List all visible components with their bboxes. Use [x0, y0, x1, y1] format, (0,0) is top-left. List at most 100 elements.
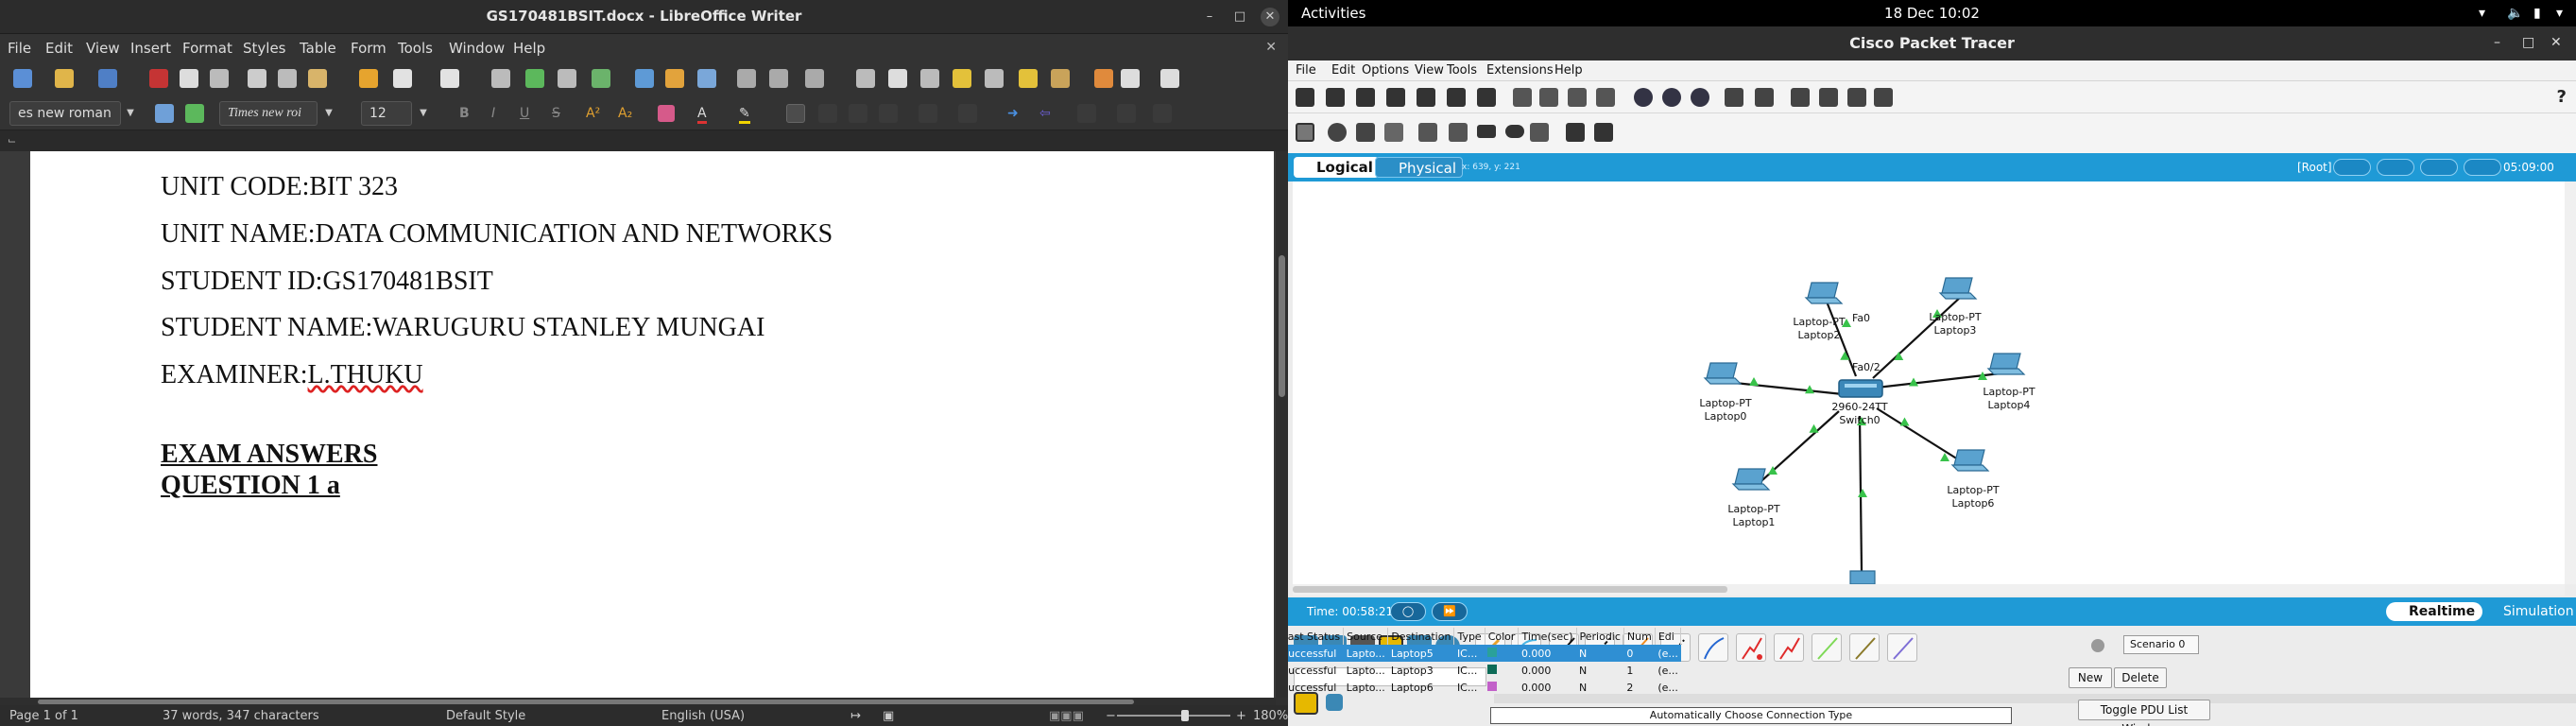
draw-functions-icon[interactable] — [1160, 69, 1179, 88]
add-simple-pdu-icon[interactable] — [1566, 123, 1585, 142]
pt-close-icon[interactable]: ✕ — [2550, 35, 2562, 50]
pt-minimize-icon[interactable]: – — [2494, 35, 2500, 50]
bullets-icon[interactable] — [919, 104, 937, 123]
pt-menu-options[interactable]: Options — [1362, 63, 1409, 78]
freeform-tool-icon[interactable] — [1530, 123, 1549, 142]
insert-textbox-icon[interactable] — [697, 69, 716, 88]
switch-icon[interactable] — [1838, 379, 1883, 398]
find-replace-icon[interactable] — [491, 69, 510, 88]
document-page[interactable]: UNIT CODE:BIT 323 UNIT NAME:DATA COMMUNI… — [30, 151, 1274, 698]
paragraph-style-dropdown-icon[interactable]: ▼ — [121, 101, 140, 126]
insert-line-icon[interactable] — [1094, 69, 1113, 88]
pdu-column-header[interactable]: Last Status — [1288, 628, 1345, 645]
pt-copy-icon[interactable] — [1513, 88, 1532, 107]
open-folder-icon[interactable] — [55, 69, 74, 88]
battery-icon[interactable]: ▮ — [2533, 6, 2541, 21]
print-preview-icon[interactable] — [210, 69, 229, 88]
system-menu-icon[interactable]: ▾ — [2556, 6, 2563, 21]
language[interactable]: English (USA) — [661, 709, 745, 723]
delete-tool-icon[interactable] — [1356, 123, 1375, 142]
toggle-pdu-list-button[interactable]: Toggle PDU List Window — [2078, 700, 2210, 726]
pt-paste-icon[interactable] — [1539, 88, 1558, 107]
volume-icon[interactable]: 🔈 — [2507, 6, 2523, 21]
octal-cable-icon[interactable] — [1812, 633, 1842, 662]
align-left-icon[interactable] — [786, 104, 805, 123]
line-tool-icon[interactable] — [1449, 123, 1468, 142]
laptop-icon[interactable] — [1849, 570, 1876, 584]
tab-physical[interactable]: Physical — [1375, 157, 1464, 178]
clone-formatting-icon[interactable] — [359, 69, 378, 88]
pt-menu-extensions[interactable]: Extensions — [1486, 63, 1554, 78]
endnote-icon[interactable] — [920, 69, 939, 88]
word-count[interactable]: 37 words, 347 characters — [163, 709, 319, 723]
spelling-icon[interactable] — [525, 69, 544, 88]
paragraph-spacing-icon[interactable] — [1117, 104, 1136, 123]
underline-icon[interactable]: U — [520, 106, 529, 121]
power-cycle-icon[interactable]: ◯ — [1390, 602, 1426, 621]
superscript-icon[interactable]: A² — [586, 106, 600, 121]
iot-custom-cable-icon[interactable] — [1849, 633, 1880, 662]
pt-horizontal-scroll-thumb[interactable] — [1293, 586, 1727, 593]
unit-code-line[interactable]: UNIT CODE:BIT 323 — [161, 172, 398, 202]
ellipse-tool-icon[interactable] — [1505, 125, 1524, 138]
pt-menu-tools[interactable]: Tools — [1447, 63, 1477, 78]
pt-help-icon[interactable]: ? — [2557, 87, 2567, 107]
menu-edit[interactable]: Edit — [45, 40, 73, 57]
selection-mode-icon[interactable]: ↦ — [850, 709, 861, 723]
menu-styles[interactable]: Styles — [243, 40, 286, 57]
environment-icon[interactable] — [2464, 159, 2501, 176]
link-laptop1[interactable] — [1753, 410, 1840, 489]
update-style-icon[interactable] — [155, 104, 174, 123]
pt-drawing-palette-icon[interactable] — [1725, 88, 1743, 107]
insert-chart-icon[interactable] — [665, 69, 684, 88]
laptop-icon[interactable] — [1807, 282, 1839, 299]
menu-tools[interactable]: Tools — [398, 40, 433, 57]
formatting-marks-icon[interactable] — [558, 69, 576, 88]
pt-vertical-scrollbar[interactable] — [2565, 182, 2576, 584]
laptop-icon[interactable] — [1706, 362, 1738, 379]
new-document-icon[interactable] — [13, 69, 32, 88]
menu-window[interactable]: Window — [449, 40, 505, 57]
question-heading[interactable]: QUESTION 1 a — [161, 471, 340, 501]
pdu-row[interactable]: ●SuccessfulLapto...Laptop3IC...0.000N1(e… — [1288, 662, 1681, 679]
delete-scenario-button[interactable]: Delete — [2114, 667, 2167, 688]
bookmark-icon[interactable] — [953, 69, 971, 88]
vertical-scrollbar[interactable] — [1276, 151, 1288, 698]
paragraph-style-combo[interactable]: es new roman — [9, 101, 121, 126]
link-laptop0[interactable] — [1725, 380, 1844, 396]
inspect-tool-icon[interactable] — [1328, 123, 1347, 142]
vertical-scroll-thumb[interactable] — [1279, 255, 1285, 397]
menu-view[interactable]: View — [86, 40, 120, 57]
pt-menu-edit[interactable]: Edit — [1331, 63, 1355, 78]
navigation-pill[interactable] — [2333, 159, 2371, 176]
footnote-icon[interactable] — [888, 69, 907, 88]
cut-icon[interactable] — [248, 69, 266, 88]
pt-horizontal-scrollbar[interactable] — [1293, 584, 2565, 596]
pdu-column-header[interactable]: Color — [1485, 628, 1520, 645]
menu-insert[interactable]: Insert — [130, 40, 171, 57]
pt-zoom-in-icon[interactable] — [1634, 88, 1653, 107]
laptop-icon[interactable] — [1941, 277, 1973, 294]
font-size-dropdown-icon[interactable]: ▼ — [414, 101, 433, 126]
insert-image-icon[interactable] — [635, 69, 654, 88]
tab-logical[interactable]: Logical — [1294, 157, 1379, 178]
exam-answers-heading[interactable]: EXAM ANSWERS — [161, 440, 377, 470]
clear-formatting-icon[interactable] — [658, 105, 675, 122]
insert-table-icon[interactable] — [592, 69, 610, 88]
pt-menu-help[interactable]: Help — [1554, 63, 1583, 78]
topology-diagram[interactable]: 2960-24TTSwitch0Fa0Fa0/2Laptop-PTLaptop0… — [1293, 182, 2565, 584]
pdu-column-header[interactable]: Source — [1343, 628, 1389, 645]
strikethrough-icon[interactable]: S — [552, 106, 560, 121]
bold-icon[interactable]: B — [459, 106, 470, 121]
decrease-indent-icon[interactable]: ⇦ — [1039, 106, 1051, 121]
menu-file[interactable]: File — [8, 40, 31, 57]
coaxial-cable-icon[interactable] — [1698, 633, 1728, 662]
page-style[interactable]: Default Style — [446, 709, 525, 723]
new-style-icon[interactable] — [185, 104, 204, 123]
font-size-combo[interactable]: 12 — [361, 101, 412, 126]
pt-network-info-icon[interactable] — [1447, 88, 1466, 107]
unit-name-line[interactable]: UNIT NAME:DATA COMMUNICATION AND NETWORK… — [161, 219, 833, 250]
pt-undo-icon[interactable] — [1568, 88, 1587, 107]
numbering-icon[interactable] — [958, 104, 977, 123]
scenario-select[interactable]: Scenario 0 — [2123, 635, 2199, 654]
